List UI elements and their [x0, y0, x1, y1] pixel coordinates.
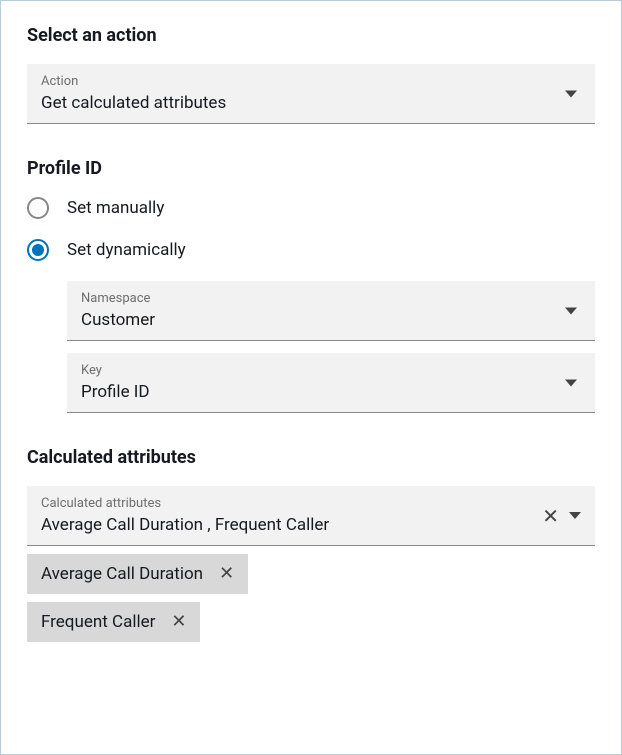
calculated-attributes-section: Calculated attributes Calculated attribu…	[27, 447, 595, 642]
chevron-down-icon[interactable]	[569, 512, 581, 519]
chevron-down-icon	[565, 90, 577, 97]
dynamic-sub-dropdowns: Namespace Customer Key Profile ID	[67, 281, 595, 413]
multiselect-actions: ✕	[542, 506, 581, 526]
profile-id-radio-group: Set manually Set dynamically	[27, 197, 595, 261]
multiselect-value: Average Call Duration , Frequent Caller	[41, 515, 581, 535]
namespace-dropdown-label: Namespace	[81, 291, 581, 306]
profile-id-heading: Profile ID	[27, 158, 595, 179]
chip-average-call-duration: Average Call Duration ✕	[27, 554, 248, 594]
radio-icon-selected	[27, 239, 49, 261]
chevron-down-icon	[565, 307, 577, 314]
close-icon[interactable]: ✕	[219, 565, 234, 583]
chip-label: Average Call Duration	[41, 564, 203, 584]
chip-label: Frequent Caller	[41, 612, 155, 632]
action-dropdown-value: Get calculated attributes	[41, 93, 581, 113]
radio-icon	[27, 197, 49, 219]
close-icon[interactable]: ✕	[171, 613, 186, 631]
calculated-attributes-multiselect[interactable]: Calculated attributes Average Call Durat…	[27, 486, 595, 546]
radio-label-manual: Set manually	[67, 198, 164, 218]
radio-set-manually[interactable]: Set manually	[27, 197, 595, 219]
key-dropdown-value: Profile ID	[81, 382, 581, 402]
key-dropdown-label: Key	[81, 363, 581, 378]
chevron-down-icon	[565, 379, 577, 386]
calculated-attributes-heading: Calculated attributes	[27, 447, 595, 468]
selected-chips: Average Call Duration ✕ Frequent Caller …	[27, 546, 595, 642]
config-panel: Select an action Action Get calculated a…	[0, 0, 622, 755]
radio-set-dynamically[interactable]: Set dynamically	[27, 239, 595, 261]
key-dropdown[interactable]: Key Profile ID	[67, 353, 595, 413]
multiselect-label: Calculated attributes	[41, 496, 581, 511]
select-action-section: Select an action Action Get calculated a…	[27, 25, 595, 124]
radio-label-dynamic: Set dynamically	[67, 240, 186, 260]
action-dropdown-label: Action	[41, 74, 581, 89]
chip-frequent-caller: Frequent Caller ✕	[27, 602, 200, 642]
profile-id-section: Profile ID Set manually Set dynamically …	[27, 158, 595, 413]
namespace-dropdown-value: Customer	[81, 310, 581, 330]
action-dropdown[interactable]: Action Get calculated attributes	[27, 64, 595, 124]
select-action-heading: Select an action	[27, 25, 595, 46]
clear-all-icon[interactable]: ✕	[542, 506, 559, 526]
namespace-dropdown[interactable]: Namespace Customer	[67, 281, 595, 341]
